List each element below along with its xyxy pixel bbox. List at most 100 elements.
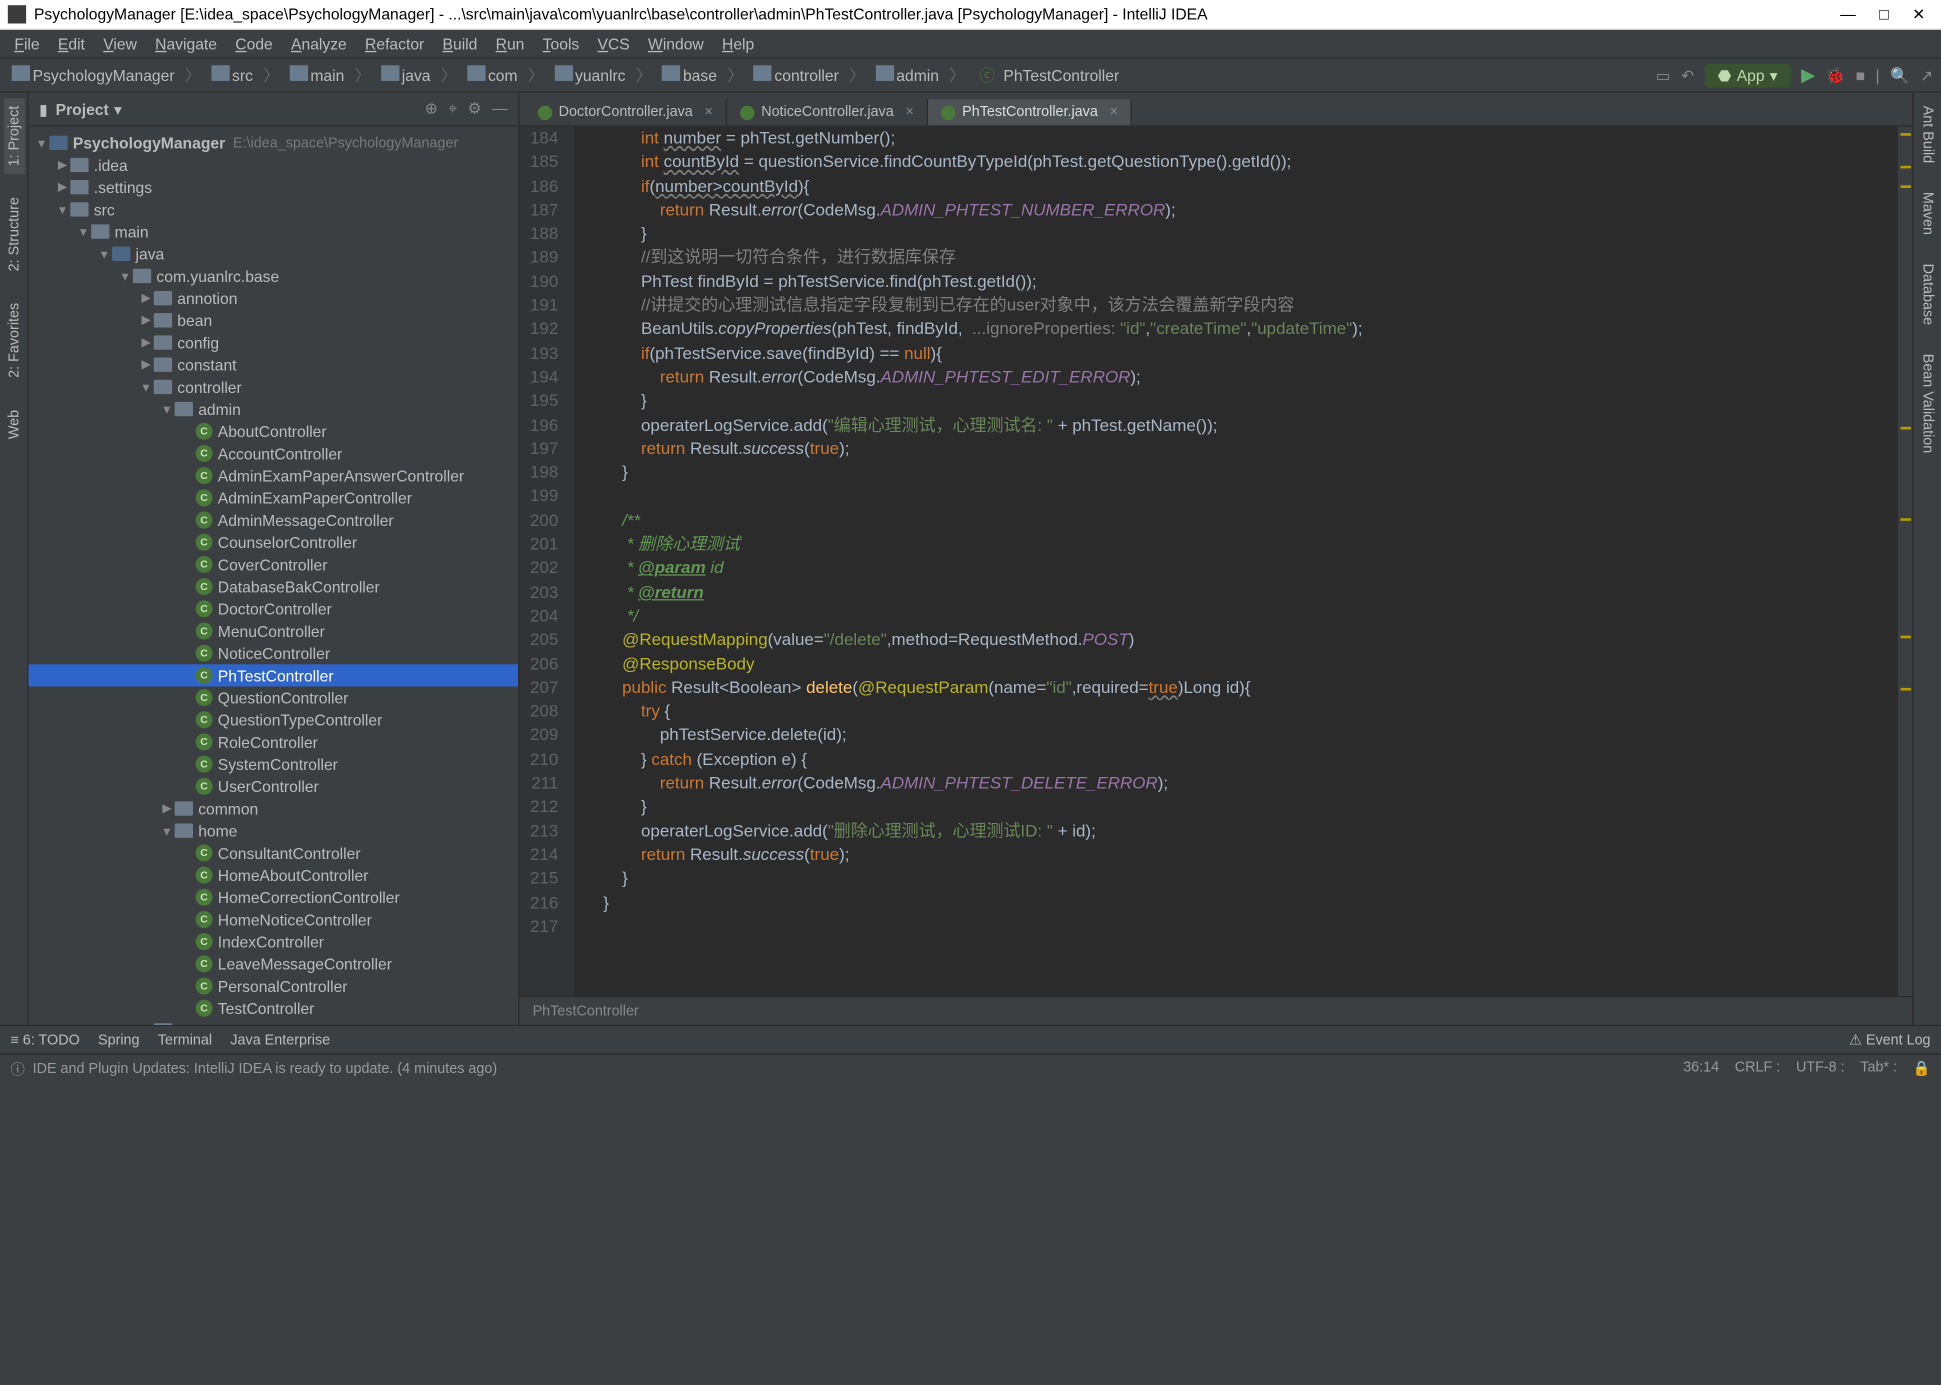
tree-node-databasebakcontroller[interactable]: CDatabaseBakController xyxy=(29,576,518,598)
tree-node-common[interactable]: ▶common xyxy=(29,798,518,820)
tree-node-home[interactable]: ▼home xyxy=(29,820,518,842)
panel-icon[interactable]: ▭ xyxy=(1656,66,1671,84)
tree-node-rolecontroller[interactable]: CRoleController xyxy=(29,731,518,753)
search-icon[interactable]: 🔍 xyxy=(1890,66,1910,84)
breadcrumb-segment[interactable]: admin xyxy=(871,65,942,85)
editor-tab-phtestcontroller-java[interactable]: PhTestController.java× xyxy=(928,99,1132,125)
code-line[interactable]: operaterLogService.add("编辑心理测试，心理测试名: " … xyxy=(584,413,1896,437)
tree-node-adminexampapercontroller[interactable]: CAdminExamPaperController xyxy=(29,487,518,509)
stop-button[interactable]: ■ xyxy=(1856,66,1865,84)
breadcrumb-segment[interactable]: src xyxy=(207,65,257,85)
code-line[interactable] xyxy=(584,915,1896,939)
code-line[interactable]: int number = phTest.getNumber(); xyxy=(584,127,1896,151)
tree-node-dao[interactable]: ▶dao xyxy=(29,1019,518,1024)
event-log-button[interactable]: ⚠ Event Log xyxy=(1849,1031,1931,1048)
menu-refactor[interactable]: Refactor xyxy=(356,35,433,53)
tree-node-adminexampaperanswercontroller[interactable]: CAdminExamPaperAnswerController xyxy=(29,465,518,487)
menu-window[interactable]: Window xyxy=(639,35,713,53)
status-item[interactable]: 36:14 xyxy=(1683,1060,1719,1077)
code-line[interactable] xyxy=(584,485,1896,509)
status-item[interactable]: CRLF : xyxy=(1735,1060,1780,1077)
code-line[interactable]: } xyxy=(584,222,1896,246)
right-tab-maven[interactable]: Maven xyxy=(1917,184,1938,243)
code-line[interactable]: return Result.success(true); xyxy=(584,437,1896,461)
lock-icon[interactable]: 🔒 xyxy=(1913,1060,1931,1077)
overview-ruler[interactable] xyxy=(1897,127,1913,996)
code-line[interactable]: return Result.error(CodeMsg.ADMIN_PHTEST… xyxy=(584,365,1896,389)
code-line[interactable]: * @param id xyxy=(584,557,1896,581)
tree-node-leavemessagecontroller[interactable]: CLeaveMessageController xyxy=(29,953,518,975)
menu-build[interactable]: Build xyxy=(433,35,486,53)
right-tab-bean-validation[interactable]: Bean Validation xyxy=(1917,346,1938,461)
tree-node-usercontroller[interactable]: CUserController xyxy=(29,775,518,797)
breadcrumb-segment[interactable]: com xyxy=(463,65,521,85)
code-line[interactable]: int countById = questionService.findCoun… xyxy=(584,150,1896,174)
menu-navigate[interactable]: Navigate xyxy=(146,35,226,53)
editor-body[interactable]: 1841851861871881891901911921931941951961… xyxy=(520,127,1913,996)
tree-node-systemcontroller[interactable]: CSystemController xyxy=(29,753,518,775)
code-line[interactable]: return Result.error(CodeMsg.ADMIN_PHTEST… xyxy=(584,198,1896,222)
editor-breadcrumb[interactable]: PhTestController xyxy=(520,996,1913,1025)
code-line[interactable]: try { xyxy=(584,700,1896,724)
menu-code[interactable]: Code xyxy=(226,35,282,53)
tree-node-main[interactable]: ▼main xyxy=(29,221,518,243)
code-area[interactable]: int number = phTest.getNumber(); int cou… xyxy=(574,127,1897,996)
left-tab----structure[interactable]: 2: Structure xyxy=(3,190,24,280)
tree-node-covercontroller[interactable]: CCoverController xyxy=(29,553,518,575)
code-line[interactable]: * 删除心理测试 xyxy=(584,533,1896,557)
close-button[interactable]: ✕ xyxy=(1912,5,1925,23)
code-line[interactable]: */ xyxy=(584,604,1896,628)
menu-help[interactable]: Help xyxy=(713,35,763,53)
tree-node-phtestcontroller[interactable]: CPhTestController xyxy=(29,664,518,686)
menu-edit[interactable]: Edit xyxy=(49,35,94,53)
code-line[interactable]: return Result.success(true); xyxy=(584,843,1896,867)
bottom-tab-spring[interactable]: Spring xyxy=(98,1032,140,1048)
breadcrumb-segment[interactable]: main xyxy=(286,65,349,85)
code-line[interactable]: return Result.error(CodeMsg.ADMIN_PHTEST… xyxy=(584,771,1896,795)
tree-node-questiontypecontroller[interactable]: CQuestionTypeController xyxy=(29,709,518,731)
close-tab-icon[interactable]: × xyxy=(905,104,913,120)
dropdown-icon[interactable]: ▾ xyxy=(114,100,122,118)
right-tab-database[interactable]: Database xyxy=(1917,256,1938,333)
tree-node-adminmessagecontroller[interactable]: CAdminMessageController xyxy=(29,509,518,531)
bottom-tab-terminal[interactable]: Terminal xyxy=(158,1032,212,1048)
hide-icon[interactable]: — xyxy=(492,99,508,119)
code-line[interactable]: //到这说明一切符合条件，进行数据库保存 xyxy=(584,246,1896,270)
tree-node-homecorrectioncontroller[interactable]: CHomeCorrectionController xyxy=(29,886,518,908)
close-tab-icon[interactable]: × xyxy=(705,104,713,120)
settings-icon[interactable]: ↗ xyxy=(1920,66,1933,84)
code-line[interactable]: } xyxy=(584,795,1896,819)
code-line[interactable]: } xyxy=(584,891,1896,915)
tree-node--settings[interactable]: ▶.settings xyxy=(29,176,518,198)
breadcrumb-segment[interactable]: java xyxy=(377,65,434,85)
menu-tools[interactable]: Tools xyxy=(534,35,589,53)
code-line[interactable]: BeanUtils.copyProperties(phTest, findByI… xyxy=(584,318,1896,342)
tree-node-consultantcontroller[interactable]: CConsultantController xyxy=(29,842,518,864)
code-line[interactable]: * @return xyxy=(584,580,1896,604)
code-line[interactable]: @RequestMapping(value="/delete",method=R… xyxy=(584,628,1896,652)
run-button[interactable]: ▶ xyxy=(1801,64,1815,86)
code-line[interactable]: } xyxy=(584,389,1896,413)
right-tab-ant-build[interactable]: Ant Build xyxy=(1917,98,1938,171)
tree-root[interactable]: ▼PsychologyManagerE:\idea_space\Psycholo… xyxy=(29,132,518,154)
tree-node--idea[interactable]: ▶.idea xyxy=(29,154,518,176)
tree-node-aboutcontroller[interactable]: CAboutController xyxy=(29,420,518,442)
code-line[interactable]: if(number>countById){ xyxy=(584,174,1896,198)
project-panel-title[interactable]: Project xyxy=(56,100,109,118)
bottom-tab---6--todo[interactable]: ≡ 6: TODO xyxy=(10,1032,79,1048)
tree-node-admin[interactable]: ▼admin xyxy=(29,398,518,420)
gear-icon[interactable]: ⚙ xyxy=(468,99,482,119)
breadcrumb-segment[interactable]: yuanlrc xyxy=(550,65,629,85)
tree-node-homenoticecontroller[interactable]: CHomeNoticeController xyxy=(29,908,518,930)
code-line[interactable]: /** xyxy=(584,509,1896,533)
tree-node-constant[interactable]: ▶constant xyxy=(29,354,518,376)
code-line[interactable]: } catch (Exception e) { xyxy=(584,748,1896,772)
menu-file[interactable]: File xyxy=(5,35,49,53)
tree-node-src[interactable]: ▼src xyxy=(29,198,518,220)
tree-node-noticecontroller[interactable]: CNoticeController xyxy=(29,642,518,664)
code-line[interactable]: public Result<Boolean> delete(@RequestPa… xyxy=(584,676,1896,700)
debug-button[interactable]: 🐞 xyxy=(1826,66,1846,84)
tree-node-doctorcontroller[interactable]: CDoctorController xyxy=(29,598,518,620)
breadcrumb-segment[interactable]: ⓒ PhTestController xyxy=(972,64,1123,86)
collapse-icon[interactable]: ⌖ xyxy=(448,99,457,119)
